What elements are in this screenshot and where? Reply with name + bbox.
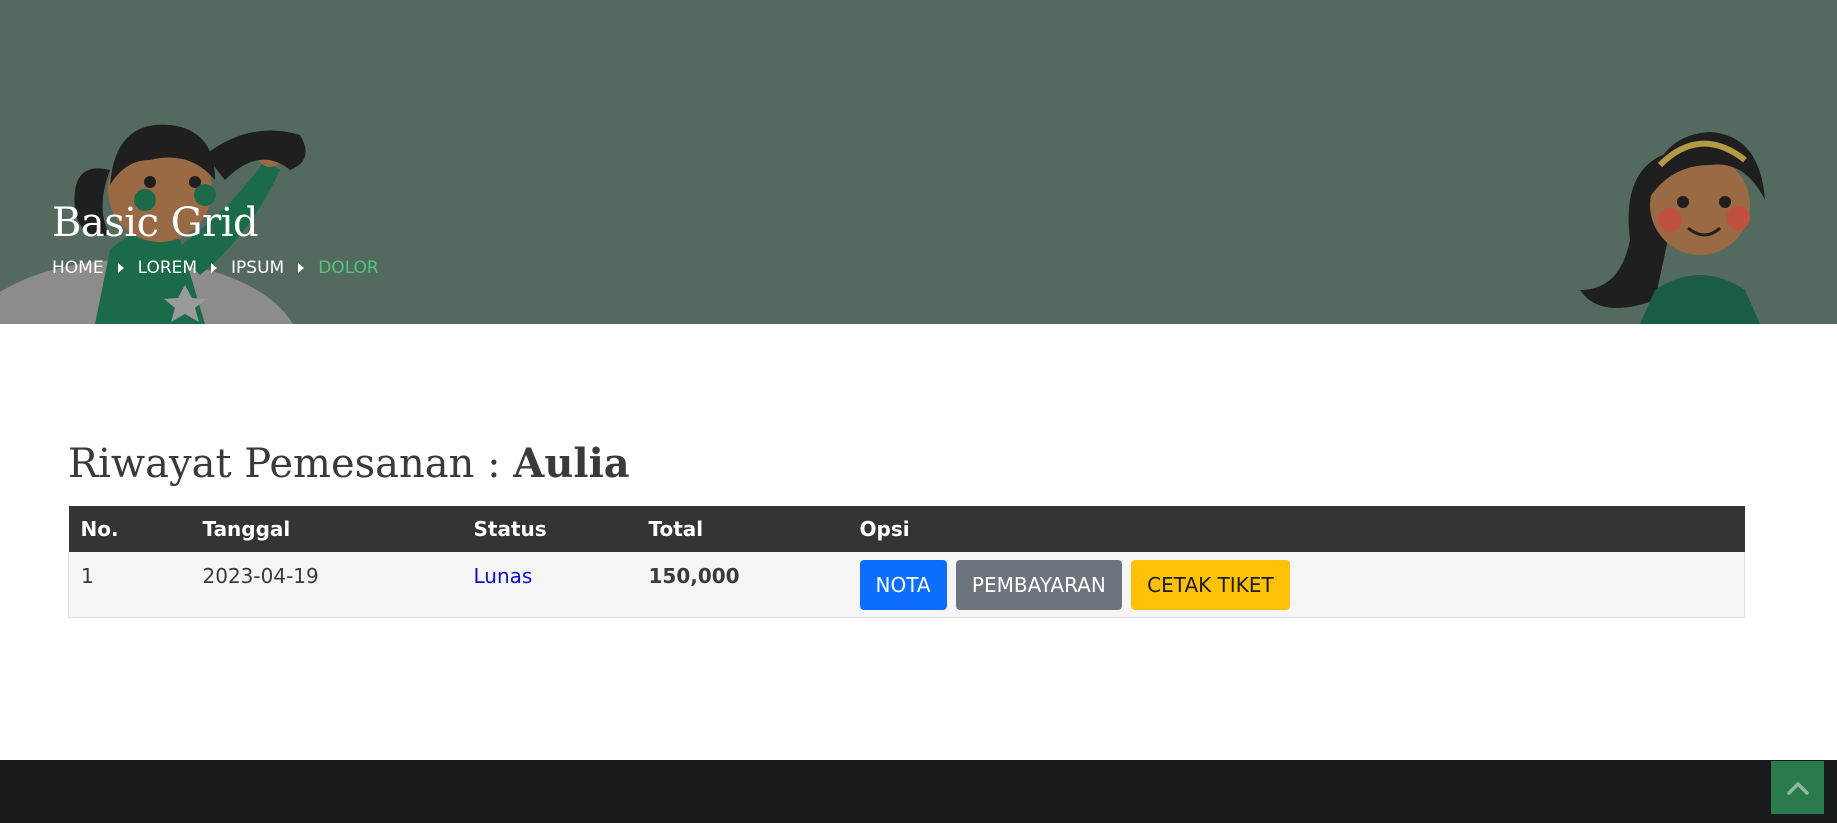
table-row: 1 2023-04-19 Lunas 150,000 NOTA PEMBAYAR…	[68, 552, 1745, 618]
back-to-top-button[interactable]	[1771, 761, 1824, 814]
nota-button[interactable]: NOTA	[859, 560, 947, 610]
footer	[0, 760, 1837, 823]
column-header-no: No.	[68, 506, 191, 552]
breadcrumb: HOME LOREM IPSUM DOLOR	[52, 258, 379, 278]
column-header-opsi: Opsi	[847, 506, 1745, 552]
breadcrumb-dolor-current: DOLOR	[318, 258, 379, 278]
pembayaran-button[interactable]: PEMBAYARAN	[955, 560, 1122, 610]
customer-name: Aulia	[513, 440, 630, 487]
cell-status: Lunas	[461, 552, 637, 618]
breadcrumb-lorem[interactable]: LOREM	[138, 258, 197, 278]
column-header-total: Total	[636, 506, 848, 552]
breadcrumb-home[interactable]: HOME	[52, 258, 104, 278]
table-header-row: No. Tanggal Status Total Opsi	[68, 506, 1745, 552]
cell-total: 150,000	[636, 552, 848, 618]
page-heading: Riwayat Pemesanan : Aulia	[68, 440, 630, 487]
hero-title: Basic Grid	[52, 200, 259, 246]
column-header-tanggal: Tanggal	[190, 506, 462, 552]
status-link[interactable]: Lunas	[474, 564, 533, 588]
page-heading-label: Riwayat Pemesanan :	[68, 441, 514, 487]
girl-smiling-illustration	[1580, 132, 1765, 324]
breadcrumb-ipsum[interactable]: IPSUM	[231, 258, 284, 278]
hero-banner: Basic Grid HOME LOREM IPSUM DOLOR	[0, 0, 1837, 324]
chevron-up-icon	[1786, 781, 1809, 795]
caret-right-icon	[117, 263, 124, 273]
order-history-table: No. Tanggal Status Total Opsi 1 2023-04-…	[68, 506, 1745, 618]
column-header-status: Status	[461, 506, 637, 552]
caret-right-icon	[298, 263, 305, 273]
cell-no: 1	[68, 552, 191, 618]
caret-right-icon	[211, 263, 218, 273]
cell-opsi: NOTA PEMBAYARAN CETAK TIKET	[847, 552, 1745, 618]
cell-tanggal: 2023-04-19	[190, 552, 462, 618]
cetak-tiket-button[interactable]: CETAK TIKET	[1131, 560, 1290, 610]
